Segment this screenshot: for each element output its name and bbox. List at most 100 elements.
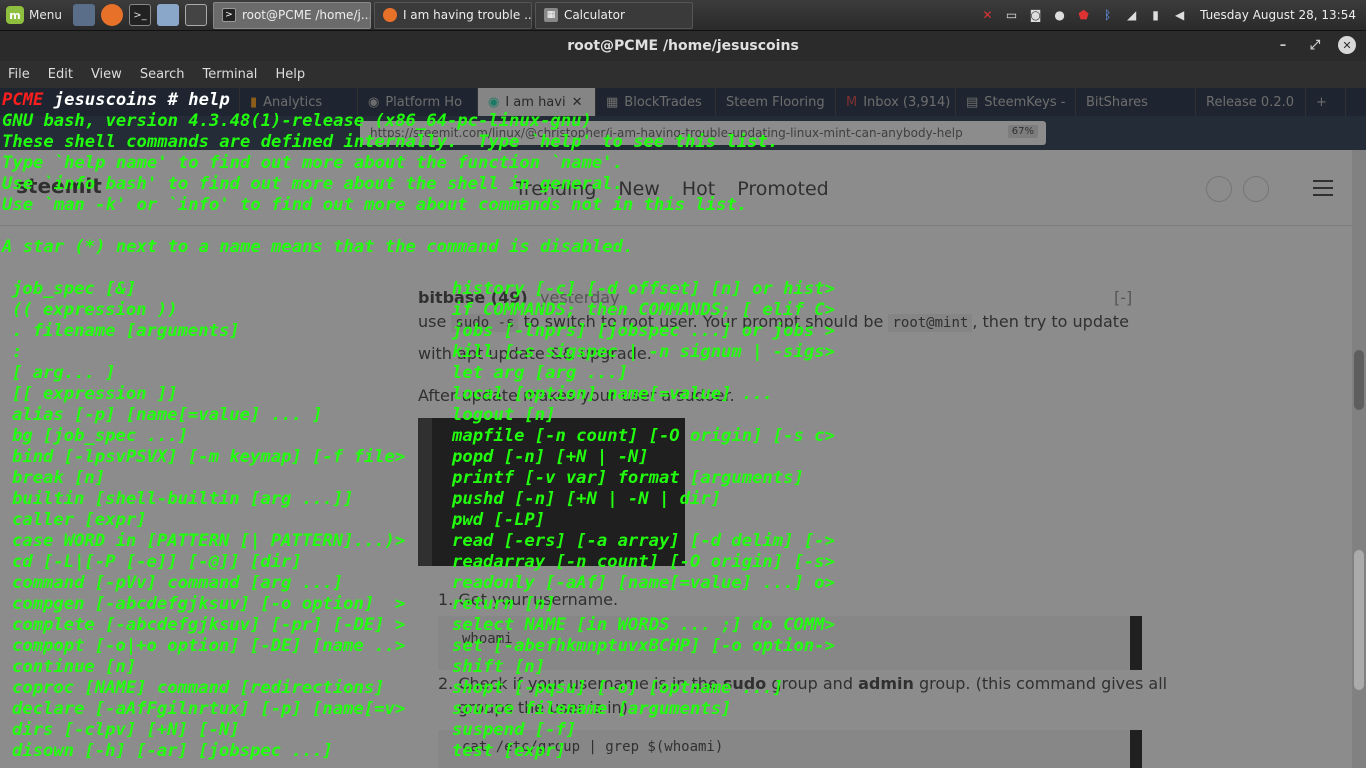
window-titlebar[interactable]: root@PCME /home/jesuscoins – ⤢ ✕ [0, 31, 1366, 61]
terminal-launcher-icon[interactable]: >_ [128, 4, 151, 26]
terminal-icon: > [221, 8, 236, 22]
files-icon[interactable] [156, 4, 179, 26]
clock[interactable]: Tuesday August 28, 13:54 [1200, 8, 1356, 22]
help-entry-right: test [expr] [452, 741, 566, 761]
firefox-icon [382, 8, 397, 22]
prompt-line: PCME jesuscoins # help [2, 90, 230, 111]
network-icon[interactable]: ◢ [1124, 8, 1139, 23]
terminal-line: Use `info bash' to find out more about t… [2, 174, 623, 194]
menu-view[interactable]: View [91, 67, 122, 82]
help-entry-right: jobs [-lnprs] [jobspec ...] or jobs > [452, 321, 835, 341]
terminal-output: PCME jesuscoins # help GNU bash, version… [0, 88, 1366, 768]
skype-icon[interactable]: ● [1052, 8, 1067, 23]
terminal-line: Type `help name' to find out more about … [2, 153, 623, 173]
help-entry-left: case WORD in [PATTERN [| PATTERN]...)> [12, 531, 406, 551]
bluetooth-icon[interactable]: ᛒ [1100, 8, 1115, 23]
menu-search[interactable]: Search [140, 67, 185, 82]
help-entry-right: readarray [-n count] [-O origin] [-s> [452, 552, 835, 572]
help-entry-right: return [n] [452, 594, 556, 614]
help-entry-right: pwd [-LP] [452, 510, 546, 530]
help-entry-left: builtin [shell-builtin [arg ...]] [12, 489, 354, 509]
help-entry-right: source filename [arguments] [452, 699, 732, 719]
help-entry-left: : [12, 342, 23, 362]
mint-logo-icon: m [6, 6, 24, 24]
help-entry-right: history [-c] [-d offset] [n] or hist> [452, 279, 835, 299]
battery-icon[interactable]: ▮ [1148, 8, 1163, 23]
help-entry-left: complete [-abcdefgjksuv] [-pr] [-DE] > [12, 615, 406, 635]
window-title: root@PCME /home/jesuscoins [567, 38, 799, 54]
terminal-line: These shell commands are defined interna… [2, 132, 779, 152]
terminal-menubar: File Edit View Search Terminal Help [0, 61, 1366, 88]
help-entry-right: logout [n] [452, 405, 556, 425]
help-entry-left: [ arg... ] [12, 363, 116, 383]
terminal-scroll-thumb[interactable] [1354, 550, 1364, 690]
help-entry-right: set [-abefhkmnptuvxBCHP] [-o option-> [452, 636, 835, 656]
close-icon[interactable]: ✕ [1338, 36, 1356, 54]
show-desktop-icon[interactable] [72, 4, 95, 26]
menu-file[interactable]: File [8, 67, 30, 82]
prompt-user: jesuscoins [53, 90, 158, 110]
help-entry-left: . filename [arguments] [12, 321, 240, 341]
shield-icon[interactable]: ⬟ [1076, 8, 1091, 23]
help-entry-left: break [n] [12, 468, 106, 488]
help-entry-left: compopt [-o|+o option] [-DE] [name ..> [12, 636, 406, 656]
help-entry-right: kill [-s sigspec | -n signum | -sigs> [452, 342, 835, 362]
task-browser[interactable]: I am having trouble ... [373, 1, 532, 29]
help-entry-left: (( expression )) [12, 300, 178, 320]
display-icon[interactable]: ▭ [1004, 8, 1019, 23]
help-entry-right: if COMMANDS; then COMMANDS; [ elif C> [452, 300, 835, 320]
screenshot-icon[interactable]: ◙ [1028, 8, 1043, 23]
help-entry-left: command [-pVv] command [arg ...] [12, 573, 344, 593]
help-entry-left: declare [-aAfFgilnrtux] [-p] [name[=v> [12, 699, 406, 719]
help-entry-left: dirs [-clpv] [+N] [-N] [12, 720, 240, 740]
help-entry-left: bind [-lpsvPSVX] [-m keymap] [-f file> [12, 447, 406, 467]
tools-icon[interactable]: ✕ [980, 8, 995, 23]
help-entry-right: local [option] name[=value] ... [452, 384, 773, 404]
help-entry-right: let arg [arg ...] [452, 363, 628, 383]
help-entry-left: coproc [NAME] command [redirections] [12, 678, 385, 698]
terminal-line: Use `man -k' or `info' to find out more … [2, 195, 748, 215]
help-entry-left: continue [n] [12, 657, 137, 677]
menu-terminal[interactable]: Terminal [202, 67, 257, 82]
menu-edit[interactable]: Edit [48, 67, 73, 82]
help-entry-left: bg [job_spec ...] [12, 426, 188, 446]
terminal-scrollbar[interactable] [1354, 88, 1364, 768]
help-entry-right: printf [-v var] format [arguments] [452, 468, 804, 488]
menu-label: Menu [29, 8, 62, 22]
task-calculator[interactable]: ▦ Calculator [534, 1, 693, 29]
menu-button[interactable]: m Menu [0, 0, 70, 31]
system-tray: ✕ ▭ ◙ ● ⬟ ᛒ ◢ ▮ ◀ Tuesday August 28, 13:… [980, 8, 1366, 23]
help-entry-left: compgen [-abcdefgjksuv] [-o option] > [12, 594, 406, 614]
help-entry-right: read [-ers] [-a array] [-d delim] [-> [452, 531, 835, 551]
prompt-command: # help [167, 90, 230, 110]
help-entry-left: disown [-h] [-ar] [jobspec ...] [12, 741, 333, 761]
task-label: I am having trouble ... [402, 8, 532, 22]
help-entry-right: select NAME [in WORDS ... ;] do COMM> [452, 615, 835, 635]
terminal-view[interactable]: ▮ Analytics ◉ Platform Ho ◉ I am havi ✕ ▦ Blo… [0, 88, 1366, 768]
app-launcher-icon[interactable] [184, 4, 207, 26]
task-label: Calculator [563, 8, 625, 22]
prompt-host: PCME [2, 90, 44, 110]
help-entry-left: alias [-p] [name[=value] ... ] [12, 405, 323, 425]
top-panel: m Menu >_ > root@PCME /home/j... I am ha… [0, 0, 1366, 31]
task-terminal[interactable]: > root@PCME /home/j... [212, 1, 371, 29]
minimize-icon[interactable]: – [1274, 36, 1292, 54]
menu-help[interactable]: Help [275, 67, 305, 82]
help-entry-right: readonly [-aAf] [name[=value] ...] o> [452, 573, 835, 593]
help-entry-right: pushd [-n] [+N | -N | dir] [452, 489, 722, 509]
help-entry-right: shopt [-pqsu] [-o] [optname ...] [452, 678, 784, 698]
help-entry-right: popd [-n] [+N | -N] [452, 447, 649, 467]
help-entry-left: cd [-L|[-P [-e]] [-@]] [dir] [12, 552, 302, 572]
terminal-line: A star (*) next to a name means that the… [2, 237, 634, 257]
firefox-icon[interactable] [100, 4, 123, 26]
help-entry-right: shift [n] [452, 657, 546, 677]
help-entry-left: job_spec [&] [12, 279, 137, 299]
calculator-icon: ▦ [543, 8, 558, 22]
task-label: root@PCME /home/j... [241, 8, 371, 22]
terminal-line: GNU bash, version 4.3.48(1)-release (x86… [2, 111, 592, 131]
help-entry-left: [[ expression ]] [12, 384, 178, 404]
maximize-icon[interactable]: ⤢ [1306, 36, 1324, 54]
help-entry-left: caller [expr] [12, 510, 147, 530]
volume-icon[interactable]: ◀ [1172, 8, 1187, 23]
help-entry-right: suspend [-f] [452, 720, 577, 740]
